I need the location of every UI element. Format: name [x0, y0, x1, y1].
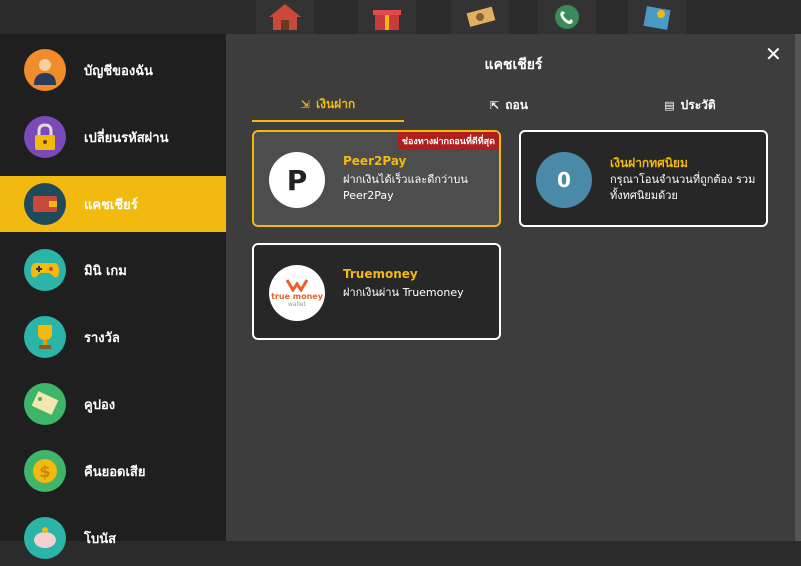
wallet-icon[interactable]: [628, 0, 686, 34]
money-icon[interactable]: [451, 0, 509, 34]
cashier-panel: ✕ แคชเชียร์ ⇲ เงินฝาก ⇱ ถอน ▤ ประวัติ ช่…: [226, 34, 801, 541]
card-title: Truemoney: [343, 267, 418, 281]
decimal-deposit-icon: 0: [536, 152, 592, 208]
sidebar-item-change-password[interactable]: เปลี่ยนรหัสผ่าน: [0, 109, 226, 165]
piggy-bank-icon: [24, 517, 66, 559]
phone-icon[interactable]: [538, 0, 596, 34]
tab-bar: ⇲ เงินฝาก ⇱ ถอน ▤ ประวัติ: [252, 88, 766, 122]
gamepad-icon: [24, 249, 66, 291]
coupon-icon: [24, 383, 66, 425]
sidebar-item-label: เปลี่ยนรหัสผ่าน: [84, 130, 169, 146]
sidebar-item-label: บัญชีของฉัน: [84, 63, 153, 79]
sidebar-item-label: คืนยอดเสีย: [84, 464, 146, 480]
sidebar-item-cashier[interactable]: แคชเชียร์: [0, 176, 242, 232]
card-description: ฝากเงินได้เร็วและดีกว่าบน Peer2Pay: [343, 173, 468, 202]
sidebar-item-label: รางวัล: [84, 330, 120, 346]
payment-option-decimal-deposit[interactable]: 0 เงินฝากทศนิยม กรุณาโอนจำนวนที่ถูกต้อง …: [519, 130, 768, 227]
user-avatar-icon: [24, 49, 66, 91]
sidebar-item-label: มินิ เกม: [84, 263, 127, 279]
wallet-icon: [24, 183, 66, 225]
sidebar-item-rewards[interactable]: รางวัล: [0, 309, 226, 365]
sidebar-item-label: โบนัส: [84, 531, 117, 547]
withdraw-icon: ⇱: [490, 98, 500, 112]
tab-deposit[interactable]: ⇲ เงินฝาก: [252, 88, 404, 122]
sidebar-item-cashback[interactable]: $ คืนยอดเสีย: [0, 443, 226, 499]
sidebar-item-mini-game[interactable]: มินิ เกม: [0, 242, 226, 298]
payment-option-truemoney[interactable]: true money wallet Truemoney ฝากเงินผ่าน …: [252, 243, 501, 340]
house-icon[interactable]: [256, 0, 314, 34]
sidebar-item-bonus[interactable]: โบนัส: [0, 510, 226, 566]
card-title: เงินฝากทศนิยม: [610, 156, 688, 170]
sidebar-item-label: คูปอง: [84, 397, 116, 413]
history-icon: ▤: [664, 98, 675, 112]
page-title: แคชเชียร์: [484, 57, 543, 73]
card-description: กรุณาโอนจำนวนที่ถูกต้อง รวมทั้งทศนิยมด้ว…: [610, 173, 756, 202]
lock-icon: [24, 116, 66, 158]
sidebar-item-account[interactable]: บัญชีของฉัน: [0, 42, 226, 98]
peer2pay-logo-icon: P: [269, 152, 325, 208]
payment-option-peer2pay[interactable]: ช่องทางฝากถอนที่ดีที่สุด P Peer2Pay ฝากเ…: [252, 130, 501, 227]
trophy-icon: [24, 316, 66, 358]
top-bar: [0, 0, 801, 34]
tab-history[interactable]: ▤ ประวัติ: [614, 88, 766, 122]
scrollbar[interactable]: [795, 34, 801, 541]
svg-text:$: $: [39, 462, 50, 481]
truemoney-logo-icon: true money wallet: [269, 265, 325, 321]
status-badge: ช่องทางฝากถอนที่ดีที่สุด: [397, 132, 499, 150]
gift-icon[interactable]: [358, 0, 416, 34]
coin-icon: $: [24, 450, 66, 492]
sidebar-item-coupon[interactable]: คูปอง: [0, 376, 226, 432]
card-description: ฝากเงินผ่าน Truemoney: [343, 286, 464, 299]
card-title: Peer2Pay: [343, 154, 407, 168]
deposit-icon: ⇲: [300, 97, 310, 111]
sidebar-item-label: แคชเชียร์: [84, 197, 138, 213]
sidebar: บัญชีของฉัน เปลี่ยนรหัสผ่าน แคชเชียร์ มิ…: [0, 34, 242, 559]
tab-withdraw[interactable]: ⇱ ถอน: [433, 88, 585, 122]
